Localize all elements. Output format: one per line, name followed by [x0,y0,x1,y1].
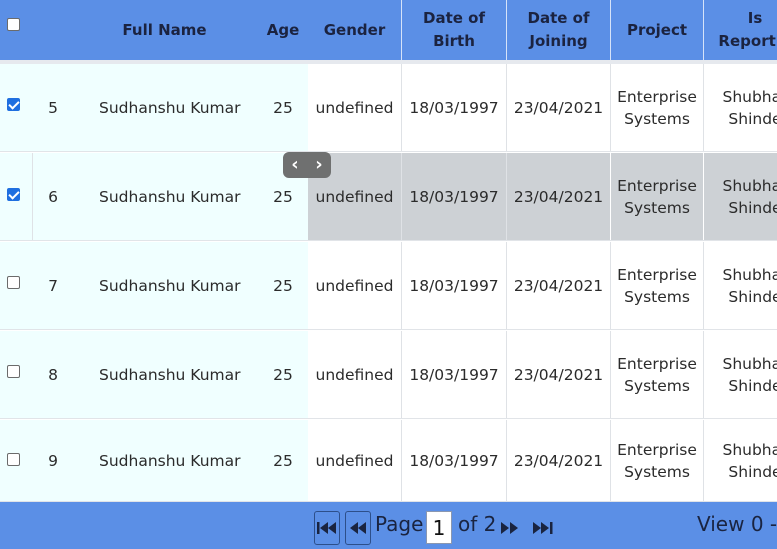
age-cell: 25 [273,276,293,295]
column-header-is-reporting[interactable]: IsReportin [704,0,777,60]
table-row[interactable]: 5 Sudhanshu Kumar 25 undefined 18/03/199… [0,64,777,152]
age-cell: 25 [273,365,293,384]
age-cell: 25 [273,451,293,470]
chevron-right-icon[interactable]: › [315,156,322,174]
previous-page-button[interactable] [345,511,371,545]
column-header-project[interactable]: Project [611,0,703,60]
gender-cell: undefined [315,98,394,117]
chevron-left-icon[interactable]: ‹ [291,156,298,174]
date-of-joining-cell: 23/04/2021 [513,187,604,206]
column-header-gender[interactable]: Gender [308,0,401,60]
date-of-birth-cell: 18/03/1997 [409,451,499,470]
page-label: Page [375,512,424,536]
data-grid: Full Name Age Gender Date of Birth Date o… [0,0,777,549]
project-cell: Enterprise Systems [617,87,697,128]
date-of-joining-cell: 23/04/2021 [513,451,604,470]
project-cell: Enterprise Systems [617,265,697,306]
reporting-cell: ShubharShinde [722,176,777,217]
pager-bar: Page of 2 View 0 - [0,502,777,549]
reporting-cell: ShubharShinde [722,354,777,395]
first-page-icon [317,522,336,534]
date-of-birth-cell: 18/03/1997 [409,187,499,206]
last-page-icon [533,522,553,534]
project-cell: Enterprise Systems [617,176,697,217]
date-of-joining-cell: 23/04/2021 [513,365,604,384]
column-header-date-of-joining[interactable]: Date of Joining [507,0,610,60]
date-of-birth-cell: 18/03/1997 [409,98,499,117]
column-header-date-of-birth[interactable]: Date of Birth [402,0,506,60]
reporting-cell: ShubharShinde [722,87,777,128]
table-row[interactable]: 9 Sudhanshu Kumar 25 undefined 18/03/199… [0,420,777,502]
select-all-checkbox[interactable] [7,18,20,31]
table-row[interactable]: 8 Sudhanshu Kumar 25 undefined 18/03/199… [0,331,777,419]
page-number-input[interactable] [426,511,452,544]
first-page-button[interactable] [314,511,340,545]
view-records-label: View 0 - [697,512,777,536]
gender-cell: undefined [315,276,394,295]
date-of-birth-cell: 18/03/1997 [409,276,499,295]
reporting-cell: ShubharShinde [722,440,777,481]
date-of-birth-cell: 18/03/1997 [409,365,499,384]
gender-cell: undefined [315,451,394,470]
table-row[interactable]: 6 Sudhanshu Kumar 25 undefined 18/03/199… [0,153,777,241]
reporting-cell: ShubharShinde [722,265,777,306]
column-scroller: ‹ › [283,152,331,178]
table-row[interactable]: 7 Sudhanshu Kumar 25 undefined 18/03/199… [0,242,777,330]
gender-cell: undefined [315,365,394,384]
grid-header: Full Name Age Gender Date of Birth Date o… [0,0,777,60]
project-cell: Enterprise Systems [617,440,697,481]
next-page-icon [501,522,518,534]
page-count-label: of 2 [458,512,497,536]
age-cell: 25 [273,98,293,117]
column-header-full-name[interactable]: Full Name [86,0,243,60]
last-page-button[interactable] [532,511,554,545]
column-header-age[interactable]: Age [259,0,307,60]
date-of-joining-cell: 23/04/2021 [513,98,604,117]
project-cell: Enterprise Systems [617,354,697,395]
next-page-button[interactable] [500,511,522,545]
previous-page-icon [350,522,366,534]
date-of-joining-cell: 23/04/2021 [513,276,604,295]
